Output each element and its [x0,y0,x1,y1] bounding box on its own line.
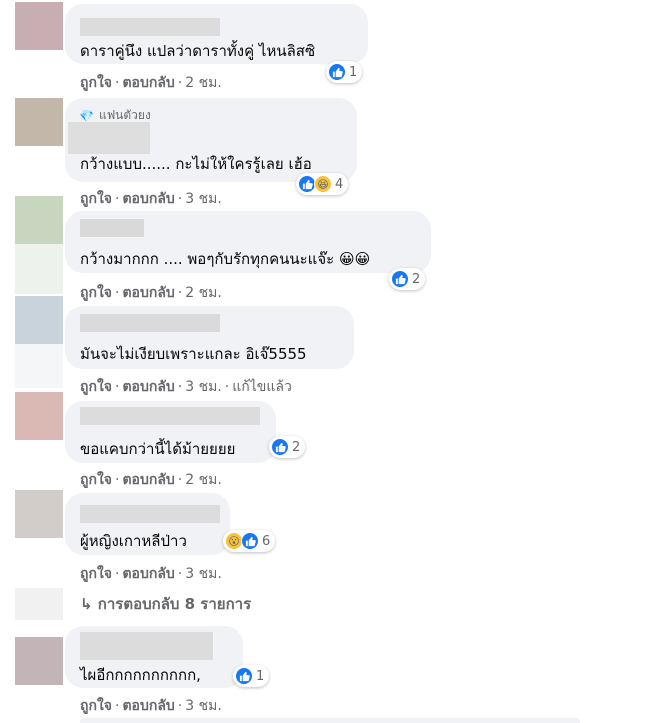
reaction-count: 6 [262,533,271,549]
commenter-name[interactable] [68,122,150,154]
avatar-lower-blur [15,344,63,388]
like-reaction-icon [328,63,346,81]
like-link[interactable]: ถูกใจ [80,698,112,714]
comment-bubble: 💎 แฟนตัวยง กว้างแบบ...... กะไม่ให้ใครรู้เ… [65,98,357,182]
reaction-summary[interactable]: 2 [389,268,426,290]
timestamp[interactable]: 2 ชม. [185,472,222,488]
avatar[interactable] [15,296,63,344]
timestamp[interactable]: 3 ชม. [185,379,222,395]
separator: · [177,285,183,301]
avatar[interactable] [15,637,63,685]
commenter-name[interactable] [80,219,144,237]
reaction-count: 2 [292,439,301,455]
comment-bubble: ขอแคบกว่านี้ได้ม้ายยยย [65,401,276,463]
like-link[interactable]: ถูกใจ [80,379,112,395]
commenter-name[interactable] [80,314,220,332]
reaction-summary[interactable]: 1 [233,665,270,687]
avatar[interactable] [15,2,63,50]
like-link[interactable]: ถูกใจ [80,472,112,488]
separator: · [115,75,120,91]
reaction-count: 2 [412,271,421,287]
comment-text: ไผอีกกกกกกกกกก, [80,666,201,684]
like-link[interactable]: ถูกใจ [80,285,112,301]
avatar-placeholder [15,588,63,620]
like-reaction-icon [241,532,259,550]
separator: · [115,191,120,207]
comment-actions: ถูกใจ · ตอบกลับ · 3 ชม. [80,695,222,717]
reaction-count: 4 [335,176,344,192]
avatar[interactable] [15,490,63,538]
timestamp[interactable]: 2 ชม. [185,285,222,301]
comment-text: มันจะไม่เงียบเพราะแกละ อิเจ๊5555 [80,345,307,363]
separator: · [115,285,120,301]
separator: · [115,472,120,488]
separator: · [177,698,183,714]
comment-bubble: มันจะไม่เงียบเพราะแกละ อิเจ๊5555 [65,306,354,369]
comment-bubble: ไผอีกกกกกกกกกก, [65,626,243,688]
reaction-count: 1 [256,668,265,684]
reply-link[interactable]: ตอบกลับ [122,285,174,301]
like-link[interactable]: ถูกใจ [80,75,112,91]
avatar[interactable] [15,196,63,244]
commenter-name[interactable] [80,407,260,425]
like-reaction-icon [235,667,253,685]
timestamp[interactable]: 3 ชม. [185,566,222,582]
separator: · [177,191,183,207]
comment-bubble: ดาราคู่นึง แปลว่าดาราทั้งคู่ ไหนลิสซิ [65,4,368,64]
reaction-summary[interactable]: 2 [269,436,306,458]
avatar[interactable] [15,392,63,440]
diamond-icon: 💎 [79,108,94,123]
like-reaction-icon [391,270,409,288]
comment-text: ผู้หญิงเกาหลีป่าว [80,532,187,550]
comment-actions: ถูกใจ · ตอบกลับ · 3 ชม. [80,563,222,585]
separator: · [224,379,230,395]
reply-link[interactable]: ตอบกลับ [122,191,174,207]
edited-label[interactable]: แก้ไขแล้ว [232,379,292,395]
reply-link[interactable]: ตอบกลับ [122,75,174,91]
comment-actions: ถูกใจ · ตอบกลับ · 3 ชม. [80,188,222,210]
reaction-summary[interactable]: 😆 4 [296,173,349,195]
reaction-count: 1 [349,64,358,80]
separator: · [115,698,120,714]
commenter-name[interactable] [80,505,220,523]
separator: · [177,472,183,488]
next-comment-bubble-edge [80,718,580,723]
comment-text: ขอแคบกว่านี้ได้ม้ายยยย [80,440,236,458]
comment-bubble: กว้างมากกก .... พอๆกับรักทุกคนนะแจ๊ะ 😀😀 [65,211,431,273]
comment-actions: ถูกใจ · ตอบกลับ · 2 ชม. [80,469,222,491]
avatar-lower-blur [15,244,63,294]
reply-link[interactable]: ตอบกลับ [122,566,174,582]
comment-actions: ถูกใจ · ตอบกลับ · 2 ชม. [80,282,222,304]
reply-link[interactable]: ตอบกลับ [122,379,174,395]
comment-text: ดาราคู่นึง แปลว่าดาราทั้งคู่ ไหนลิสซิ [80,42,316,60]
separator: · [115,566,120,582]
timestamp[interactable]: 3 ชม. [185,191,222,207]
like-link[interactable]: ถูกใจ [80,566,112,582]
haha-reaction-icon: 😆 [314,175,332,193]
commenter-name[interactable] [80,632,213,660]
separator: · [177,75,183,91]
reaction-summary[interactable]: 😮 6 [223,530,276,552]
comment-actions: ถูกใจ · ตอบกลับ · 2 ชม. [80,72,222,94]
comment-text: กว้างแบบ...... กะไม่ให้ใครรู้เลย เฮ้อ [80,155,312,173]
avatar[interactable] [15,98,63,146]
comment-bubble: ผู้หญิงเกาหลีป่าว [65,493,230,555]
comment-text: กว้างมากกก .... พอๆกับรักทุกคนนะแจ๊ะ 😀😀 [80,250,371,268]
separator: · [177,566,183,582]
reply-link[interactable]: ตอบกลับ [122,698,174,714]
commenter-name[interactable] [80,18,220,36]
timestamp[interactable]: 3 ชม. [185,698,222,714]
separator: · [115,379,120,395]
reply-link[interactable]: ตอบกลับ [122,472,174,488]
like-link[interactable]: ถูกใจ [80,191,112,207]
like-reaction-icon [271,438,289,456]
view-more-replies-link[interactable]: ↳ การตอบกลับ 8 รายการ [80,592,251,616]
comment-actions: ถูกใจ · ตอบกลับ · 3 ชม. · แก้ไขแล้ว [80,376,292,398]
timestamp[interactable]: 2 ชม. [185,75,222,91]
reaction-summary[interactable]: 1 [326,61,363,83]
separator: · [177,379,183,395]
